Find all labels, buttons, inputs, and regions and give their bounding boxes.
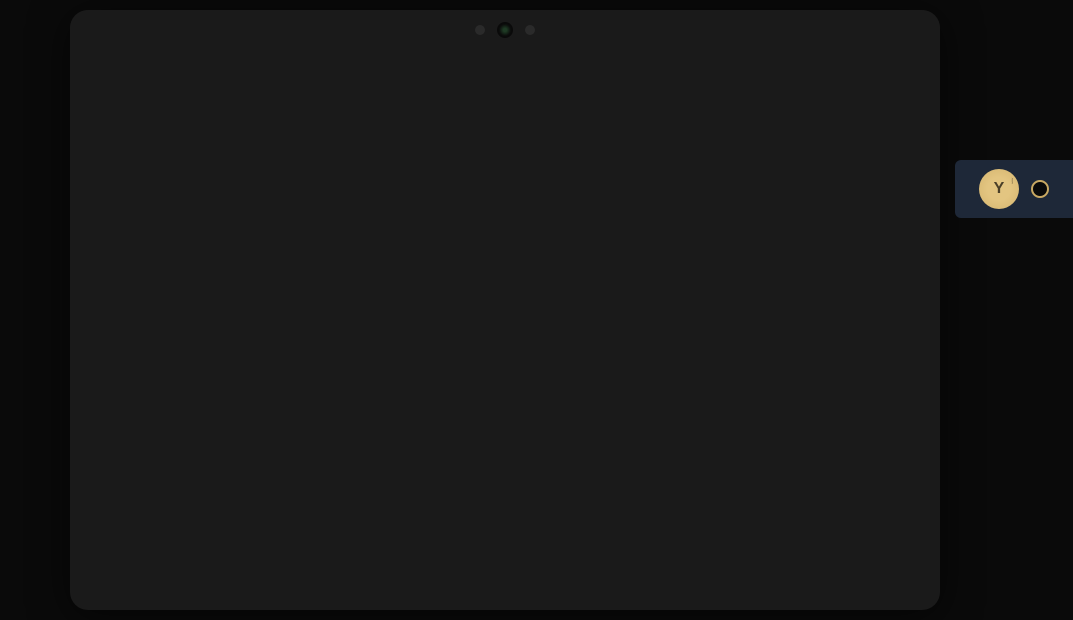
- security-key-keyring-hole: [1031, 180, 1049, 198]
- security-key-device: Y ⦚: [955, 160, 1073, 218]
- security-key-touch-sensor[interactable]: Y ⦚: [979, 169, 1019, 209]
- front-camera-icon: [499, 24, 511, 36]
- camera-sensor-cluster: [475, 24, 535, 36]
- yubikey-y-icon: Y: [994, 180, 1005, 198]
- tablet-device: Microsoft Sign in No account? Create one…: [70, 10, 940, 610]
- nfc-wave-icon: ⦚: [1011, 177, 1013, 187]
- sensor-dot: [475, 25, 485, 35]
- tablet-bezel: [70, 10, 940, 54]
- sensor-dot: [525, 25, 535, 35]
